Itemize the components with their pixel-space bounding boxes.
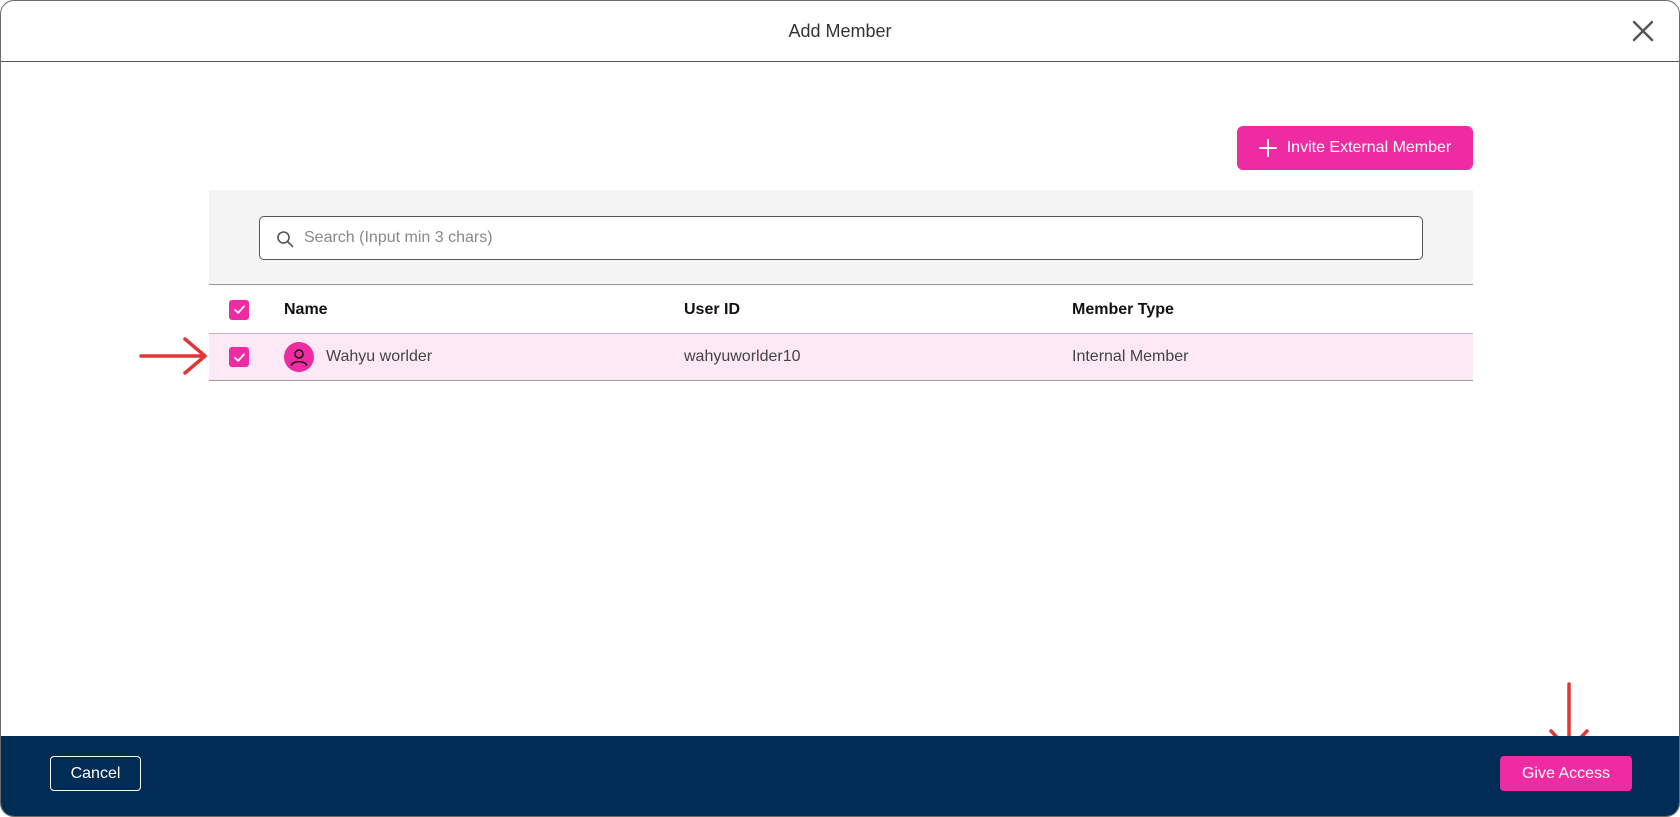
user-icon: [290, 349, 308, 366]
cancel-button[interactable]: Cancel: [50, 756, 141, 791]
modal-footer: Cancel Give Access: [1, 736, 1679, 816]
member-user-id: wahyuworlder10: [684, 348, 801, 365]
give-access-button[interactable]: Give Access: [1500, 756, 1632, 791]
member-type: Internal Member: [1072, 348, 1189, 365]
avatar: [284, 342, 314, 372]
column-header-user-id: User ID: [684, 300, 741, 318]
search-box[interactable]: [259, 216, 1423, 260]
search-input[interactable]: [304, 217, 1404, 259]
search-panel: [209, 190, 1473, 285]
plus-icon: [1258, 139, 1277, 157]
invite-button-label: Invite External Member: [1286, 139, 1452, 156]
member-table: Name User ID Member Type Wahyu worlder w…: [209, 286, 1473, 381]
annotation-arrow-right-icon: [139, 337, 207, 375]
column-header-name: Name: [284, 300, 328, 318]
invite-external-member-button[interactable]: Invite External Member: [1237, 126, 1473, 170]
check-icon: [233, 305, 245, 314]
row-checkbox[interactable]: [229, 347, 249, 367]
table-header-row: Name User ID Member Type: [209, 286, 1473, 334]
member-name: Wahyu worlder: [326, 348, 433, 365]
modal-header: Add Member: [1, 1, 1679, 62]
table-row[interactable]: Wahyu worlder wahyuworlder10 Internal Me…: [209, 334, 1473, 381]
select-all-checkbox[interactable]: [229, 299, 249, 320]
add-member-modal: Add Member Invite External Member Name U…: [0, 0, 1680, 817]
check-icon: [233, 353, 245, 362]
close-icon[interactable]: [1627, 15, 1659, 47]
modal-title: Add Member: [788, 21, 892, 41]
column-header-member-type: Member Type: [1072, 300, 1174, 318]
search-icon: [277, 231, 294, 248]
